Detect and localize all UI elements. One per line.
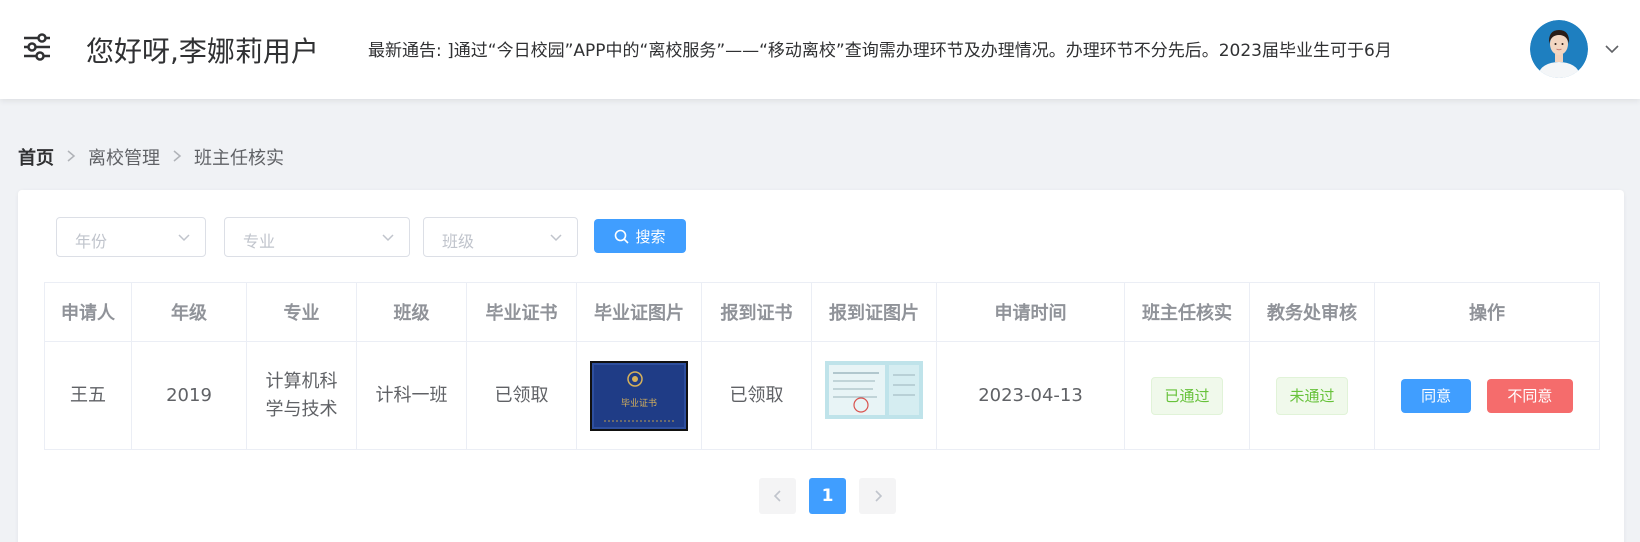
notice-marquee: 最新通告: ]通过“今日校园”APP中的“离校服务”——“移动离校”查询需办理环… bbox=[368, 41, 1392, 61]
column-header: 操作 bbox=[1374, 282, 1600, 342]
diploma-image-cell: 毕业证书 bbox=[576, 341, 702, 450]
next-page-button[interactable] bbox=[859, 478, 896, 514]
column-header: 毕业证书 bbox=[466, 282, 577, 342]
column-header: 毕业证图片 bbox=[576, 282, 702, 342]
chevron-down-icon[interactable] bbox=[1603, 40, 1621, 58]
major-select[interactable]: 专业 bbox=[224, 217, 410, 257]
report-cert-image-thumbnail[interactable] bbox=[825, 360, 923, 431]
report-cert-image-cell bbox=[811, 341, 937, 450]
teacher-check-cell: 已通过 bbox=[1124, 341, 1250, 450]
major-select-placeholder: 专业 bbox=[243, 232, 276, 251]
column-header: 班主任核实 bbox=[1124, 282, 1250, 342]
chevron-right-icon bbox=[66, 148, 76, 167]
column-header: 专业 bbox=[246, 282, 357, 342]
diploma-image-caption: 毕业证书 bbox=[621, 397, 657, 409]
main-card: 年份 专业 班级 搜索 申请人 年级 专业 班级 毕业证书 毕业证图片 报到证书 bbox=[18, 190, 1624, 542]
breadcrumb-section: 离校管理 bbox=[88, 148, 160, 169]
column-header: 报到证图片 bbox=[811, 282, 937, 342]
greeting-text: 您好呀,李娜莉用户 bbox=[86, 35, 319, 68]
diploma-image-thumbnail[interactable]: 毕业证书 bbox=[590, 360, 688, 431]
column-header: 报到证书 bbox=[701, 282, 812, 342]
search-button-label: 搜索 bbox=[635, 227, 666, 246]
chevron-left-icon bbox=[773, 490, 781, 502]
menu-toggle-icon[interactable] bbox=[22, 32, 52, 62]
class-cell: 计科一班 bbox=[356, 341, 467, 450]
column-header: 申请时间 bbox=[936, 282, 1125, 342]
column-header: 教务处审核 bbox=[1249, 282, 1375, 342]
search-button[interactable]: 搜索 bbox=[594, 219, 686, 253]
agree-button[interactable]: 同意 bbox=[1401, 378, 1472, 413]
apply-time-cell: 2023-04-13 bbox=[936, 341, 1125, 450]
column-header: 班级 bbox=[356, 282, 467, 342]
disagree-button[interactable]: 不同意 bbox=[1486, 378, 1573, 413]
class-select[interactable]: 班级 bbox=[423, 217, 578, 257]
year-select-placeholder: 年份 bbox=[75, 232, 108, 251]
page-number-button[interactable]: 1 bbox=[809, 478, 846, 514]
report-cert-status-cell: 已领取 bbox=[701, 341, 812, 450]
status-badge: 未通过 bbox=[1276, 376, 1348, 415]
search-icon bbox=[615, 229, 630, 244]
verification-table: 申请人 年级 专业 班级 毕业证书 毕业证图片 报到证书 报到证图片 申请时间 … bbox=[44, 282, 1600, 450]
prev-page-button[interactable] bbox=[759, 478, 796, 514]
chevron-down-icon bbox=[550, 234, 562, 242]
table-header-row: 申请人 年级 专业 班级 毕业证书 毕业证图片 报到证书 报到证图片 申请时间 … bbox=[44, 282, 1600, 342]
breadcrumb-home[interactable]: 首页 bbox=[18, 144, 54, 170]
actions-cell: 同意 不同意 bbox=[1374, 341, 1600, 450]
grade-cell: 2019 bbox=[131, 341, 247, 450]
breadcrumb-current: 班主任核实 bbox=[194, 148, 284, 169]
chevron-right-icon bbox=[172, 148, 182, 167]
column-header: 年级 bbox=[131, 282, 247, 342]
chevron-down-icon bbox=[178, 234, 190, 242]
top-header: 您好呀,李娜莉用户 最新通告: ]通过“今日校园”APP中的“离校服务”——“移… bbox=[0, 0, 1640, 99]
chevron-down-icon bbox=[382, 234, 394, 242]
year-select[interactable]: 年份 bbox=[56, 217, 206, 257]
applicant-cell: 王五 bbox=[44, 341, 132, 450]
breadcrumb: 首页 离校管理 班主任核实 bbox=[18, 144, 284, 170]
major-cell: 计算机科学与技术 bbox=[246, 341, 357, 450]
user-avatar[interactable] bbox=[1530, 20, 1588, 78]
diploma-status-cell: 已领取 bbox=[466, 341, 577, 450]
table-row: 王五 2019 计算机科学与技术 计科一班 已领取 毕业证书 已领取 2023-… bbox=[44, 341, 1600, 450]
column-header: 申请人 bbox=[44, 282, 132, 342]
office-review-cell: 未通过 bbox=[1249, 341, 1375, 450]
chevron-right-icon bbox=[874, 490, 882, 502]
class-select-placeholder: 班级 bbox=[442, 232, 475, 251]
status-badge: 已通过 bbox=[1151, 376, 1223, 415]
